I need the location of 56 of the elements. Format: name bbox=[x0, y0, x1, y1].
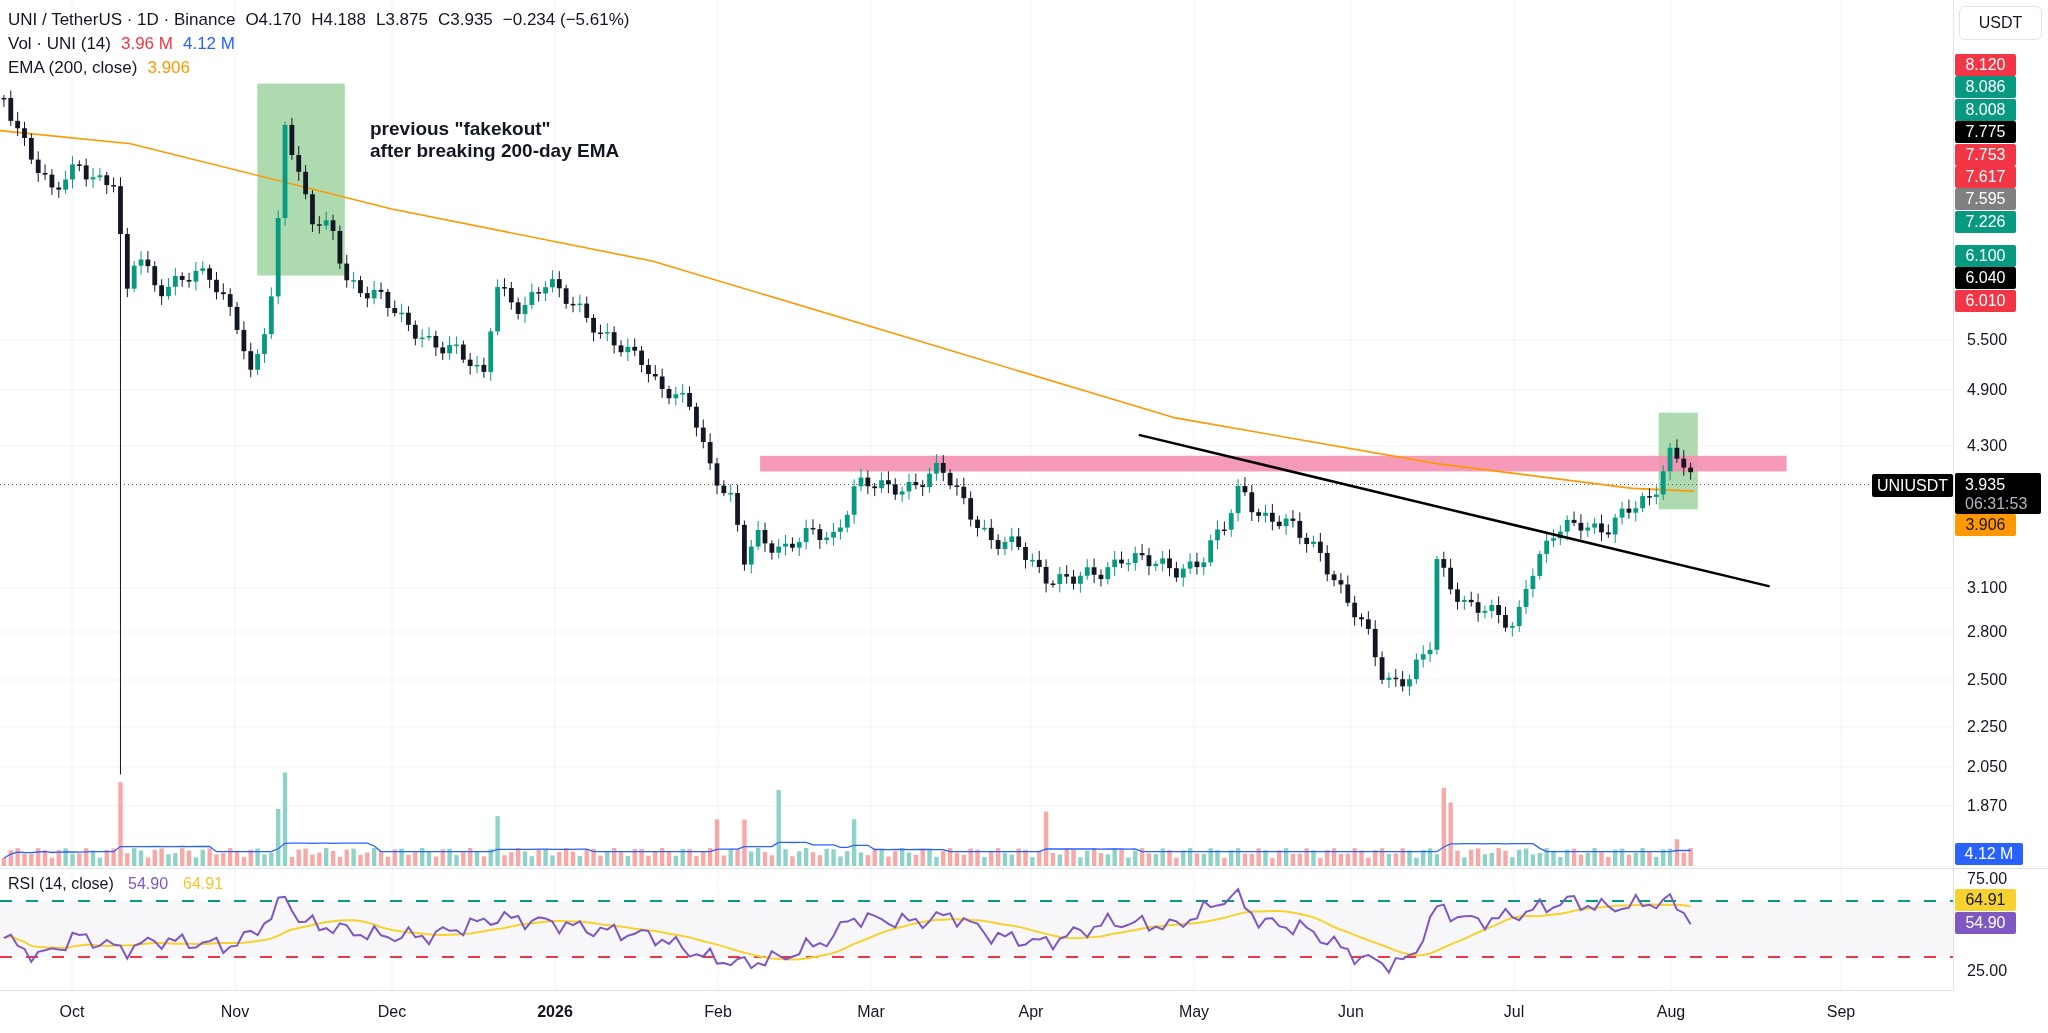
price-tag: 6.100 bbox=[1955, 245, 2016, 267]
price-tag: 7.753 bbox=[1955, 144, 2016, 166]
ema-value: 3.906 bbox=[147, 58, 190, 78]
price-tag: 7.617 bbox=[1955, 166, 2016, 188]
symbol-tag: UNIUSDT bbox=[1872, 474, 1953, 497]
rsi-legend-label: RSI (14, close) bbox=[8, 875, 114, 893]
price-axis-label: 5.500 bbox=[1967, 331, 2008, 349]
price-axis-label: 4.900 bbox=[1967, 381, 2008, 399]
price-tag: 7.226 bbox=[1955, 211, 2016, 233]
price-tag: 8.086 bbox=[1955, 76, 2016, 98]
rsi-tag: 64.91 bbox=[1955, 889, 2016, 911]
high-value: H4.188 bbox=[311, 10, 366, 30]
volume-label: Vol · UNI (14) bbox=[8, 34, 111, 54]
time-axis-label: May bbox=[1178, 1003, 1210, 1021]
volume-tag: 4.12 M bbox=[1955, 843, 2023, 865]
price-axis-label: 2.050 bbox=[1967, 758, 2008, 776]
time-axis-label: Jun bbox=[1338, 1003, 1364, 1021]
price-axis-label: 4.300 bbox=[1967, 437, 2008, 455]
low-value: L3.875 bbox=[376, 10, 428, 30]
time-axis-label: Nov bbox=[220, 1003, 250, 1021]
price-axis-label: 1.870 bbox=[1967, 797, 2008, 815]
annotation-text: previous "fakekout" after breaking 200-day EMA bbox=[370, 118, 620, 162]
symbol-title: UNI / TetherUS · 1D · Binance bbox=[8, 10, 236, 30]
rsi-axis-label: 75.00 bbox=[1967, 870, 2008, 888]
price-tag: 7.775 bbox=[1955, 121, 2016, 143]
ema-tag: 3.906 bbox=[1955, 514, 2016, 536]
rsi-tag: 54.90 bbox=[1955, 912, 2016, 934]
time-axis-label: Mar bbox=[857, 1003, 885, 1021]
ema-label: EMA (200, close) bbox=[8, 58, 138, 78]
volume-value: 3.96 M bbox=[121, 34, 173, 54]
price-axis-label: 2.250 bbox=[1967, 718, 2008, 736]
open-value: O4.170 bbox=[245, 10, 302, 30]
price-tag: 8.008 bbox=[1955, 99, 2016, 121]
time-axis-label: Apr bbox=[1018, 1003, 1044, 1021]
time-axis-label: Aug bbox=[1656, 1003, 1686, 1021]
price-axis-label: 3.100 bbox=[1967, 579, 2008, 597]
price-tag: 6.040 bbox=[1955, 267, 2016, 289]
change-value: −0.234 (−5.61%) bbox=[502, 10, 630, 30]
time-axis-label: 2026 bbox=[537, 1003, 573, 1021]
volume-average-value: 4.12 M bbox=[182, 34, 235, 54]
last-price-tag: 3.935 06:31:53 bbox=[1955, 473, 2041, 514]
time-axis-label: Jul bbox=[1503, 1003, 1525, 1021]
time-axis-label: Oct bbox=[59, 1003, 85, 1021]
rsi-legend-average: 64.91 bbox=[183, 875, 224, 893]
price-tag: 6.010 bbox=[1955, 290, 2016, 312]
time-axis-label: Dec bbox=[377, 1003, 407, 1021]
rsi-axis-label: 25.00 bbox=[1967, 962, 2008, 980]
price-axis-label: 2.800 bbox=[1967, 623, 2008, 641]
close-value: C3.935 bbox=[438, 10, 493, 30]
time-axis-label: Feb bbox=[704, 1003, 732, 1021]
price-axis-label: 2.500 bbox=[1967, 671, 2008, 689]
price-tag: 7.595 bbox=[1955, 188, 2016, 210]
rsi-legend-value: 54.90 bbox=[128, 875, 169, 893]
currency-button[interactable]: USDT bbox=[1959, 6, 2042, 40]
price-tag: 8.120 bbox=[1955, 54, 2016, 76]
time-axis-label: Sep bbox=[1826, 1003, 1856, 1021]
